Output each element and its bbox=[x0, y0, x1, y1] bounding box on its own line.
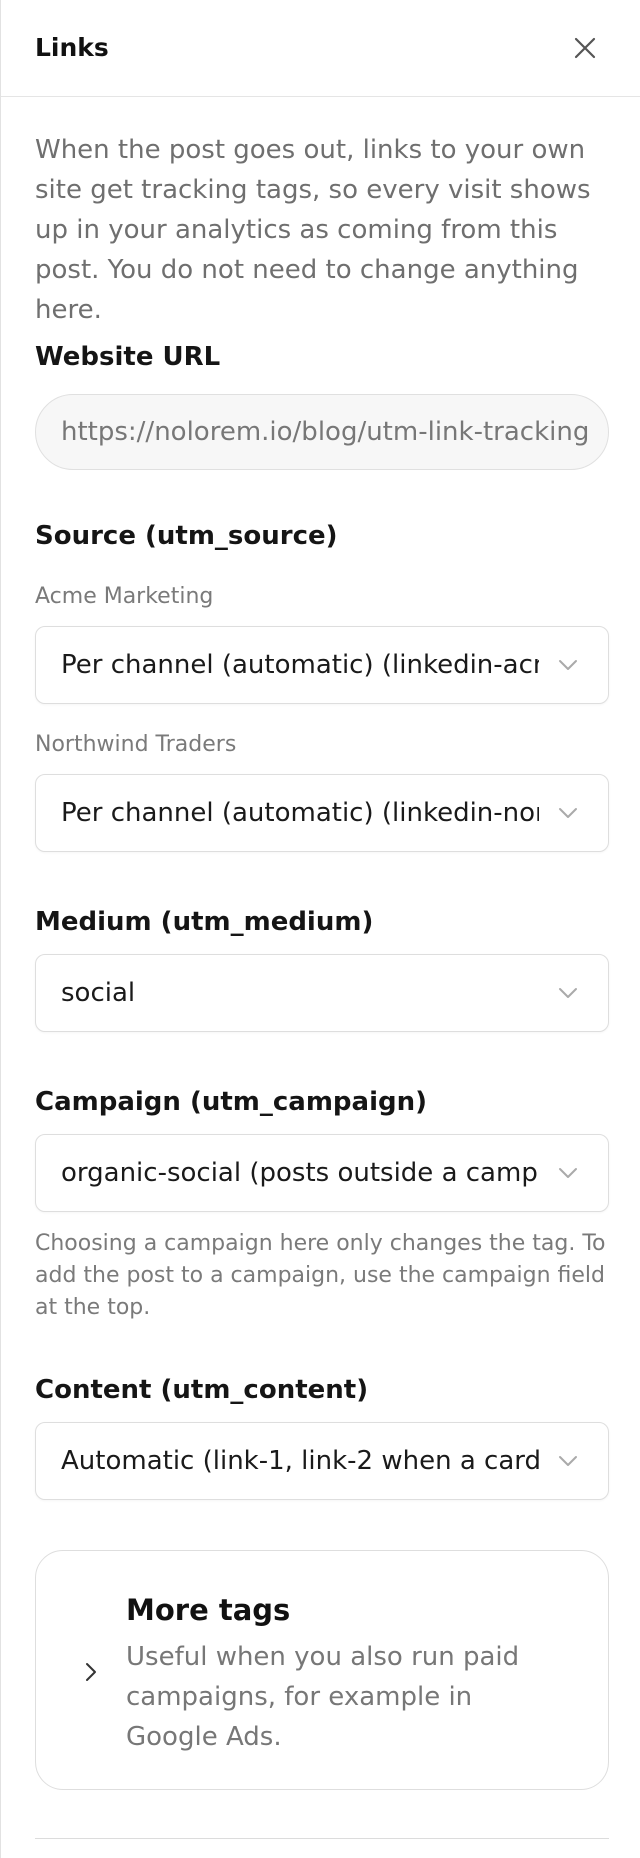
chevron-down-icon bbox=[559, 1456, 577, 1466]
website-url-field[interactable]: https://nolorem.io/blog/utm-link-trackin… bbox=[35, 394, 609, 470]
panel-title: Links bbox=[35, 33, 109, 62]
chevron-down-icon bbox=[559, 660, 577, 670]
select-value: Per channel (automatic) (linkedin-acme bbox=[61, 650, 539, 680]
medium-label: Medium (utm_medium) bbox=[35, 907, 374, 937]
select-value: Automatic (link-1, link-2 when a card h bbox=[61, 1446, 539, 1476]
chevron-down-icon bbox=[559, 1168, 577, 1178]
more-tags-title: More tags bbox=[126, 1593, 291, 1627]
close-icon bbox=[574, 37, 596, 59]
more-tags-description: Useful when you also run paid campaigns,… bbox=[126, 1642, 520, 1752]
campaign-label: Campaign (utm_campaign) bbox=[35, 1087, 427, 1117]
content-select[interactable]: Automatic (link-1, link-2 when a card h bbox=[35, 1422, 609, 1500]
source-select-acme[interactable]: Per channel (automatic) (linkedin-acme bbox=[35, 626, 609, 704]
select-value: social bbox=[61, 978, 136, 1008]
campaign-select[interactable]: organic-social (posts outside a campai bbox=[35, 1134, 609, 1212]
chevron-down-icon bbox=[559, 808, 577, 818]
intro-text: When the post goes out, links to your ow… bbox=[35, 135, 591, 325]
campaign-help-text: Choosing a campaign here only changes th… bbox=[35, 1231, 606, 1320]
links-panel: Links When the post goes out, links to y… bbox=[0, 0, 640, 1858]
source-account-name: Acme Marketing bbox=[35, 584, 214, 609]
select-value: organic-social (posts outside a campai bbox=[61, 1158, 539, 1188]
select-value: Per channel (automatic) (linkedin-north bbox=[61, 798, 539, 828]
content-label: Content (utm_content) bbox=[35, 1375, 369, 1405]
chevron-down-icon bbox=[559, 988, 577, 998]
website-url-label: Website URL bbox=[35, 342, 221, 372]
website-url-value: https://nolorem.io/blog/utm-link-trackin… bbox=[61, 417, 590, 447]
panel-header: Links bbox=[1, 0, 640, 97]
source-select-northwind[interactable]: Per channel (automatic) (linkedin-north bbox=[35, 774, 609, 852]
chevron-right-icon bbox=[86, 1663, 96, 1681]
source-account-name: Northwind Traders bbox=[35, 732, 237, 757]
source-label: Source (utm_source) bbox=[35, 521, 338, 551]
medium-select[interactable]: social bbox=[35, 954, 609, 1032]
more-tags-toggle[interactable]: More tags Useful when you also run paid … bbox=[35, 1550, 609, 1790]
section-divider bbox=[35, 1838, 609, 1839]
close-button[interactable] bbox=[567, 30, 603, 66]
